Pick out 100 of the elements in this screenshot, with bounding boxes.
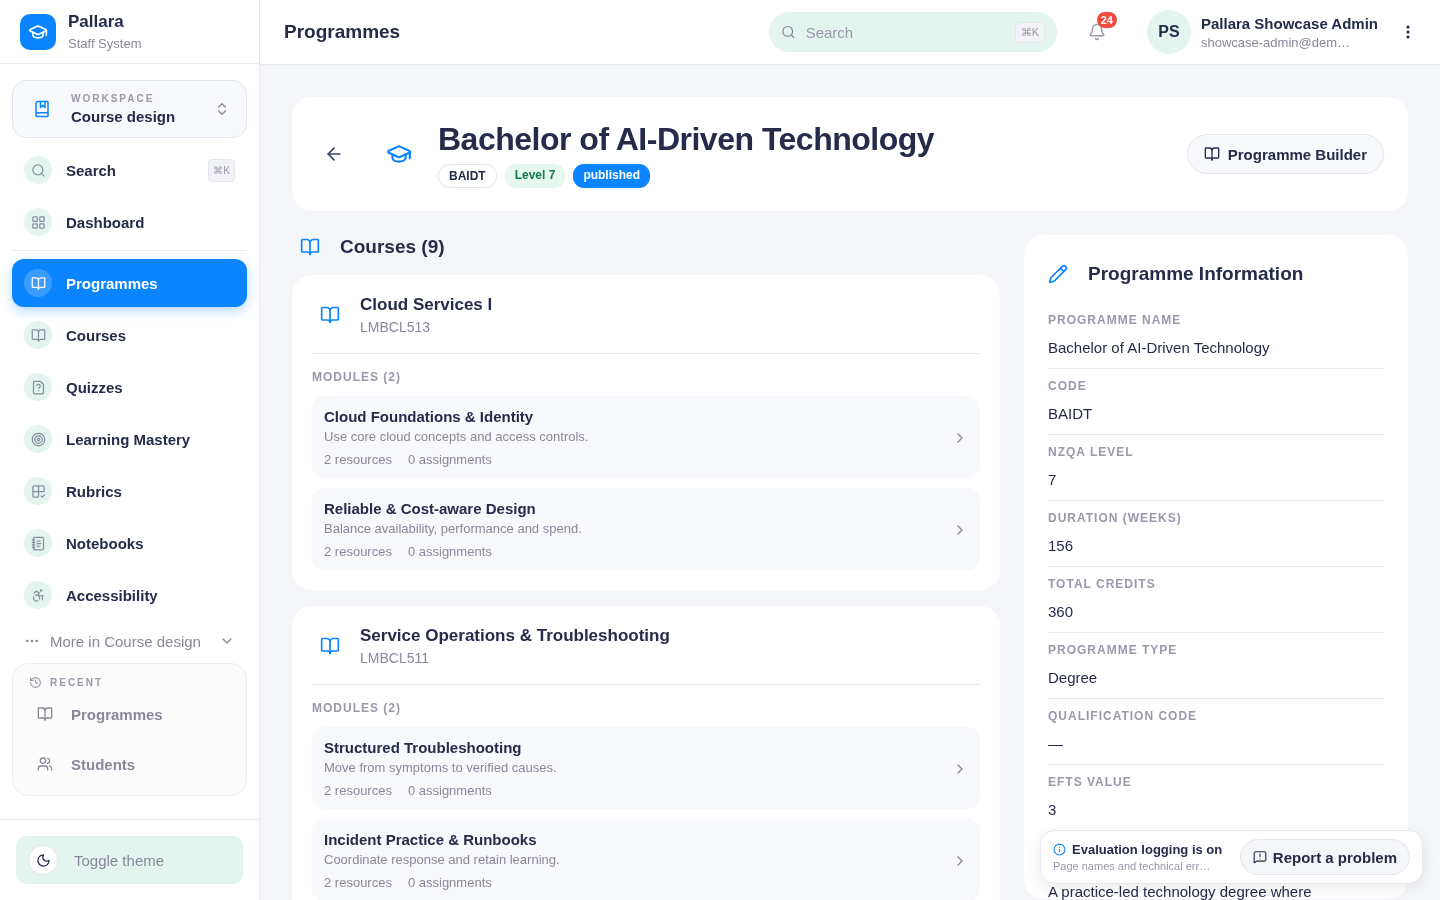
programme-title: Bachelor of AI-Driven Technology bbox=[438, 120, 935, 158]
workspace-selector[interactable]: WORKSPACE Course design bbox=[12, 80, 247, 138]
book-icon bbox=[1203, 146, 1220, 162]
tag: published bbox=[573, 163, 651, 188]
grid-icon bbox=[30, 483, 46, 499]
resource-count: 2 resources bbox=[324, 452, 392, 467]
assignment-count: 0 assignments bbox=[407, 875, 492, 890]
nav-item[interactable]: Courses bbox=[12, 311, 247, 359]
book-icon bbox=[33, 100, 51, 118]
recent-heading: RECENT bbox=[50, 677, 104, 688]
assignment-count: 0 assignments bbox=[407, 783, 492, 798]
book-icon bbox=[320, 636, 340, 656]
nav-item[interactable]: Programmes bbox=[12, 259, 247, 307]
report-problem-button[interactable]: Report a problem bbox=[1239, 839, 1410, 875]
field-label: CODE bbox=[1048, 379, 1088, 393]
field-label: PROGRAMME NAME bbox=[1048, 313, 1183, 327]
book-icon bbox=[30, 275, 46, 291]
field-value: — bbox=[1048, 735, 1064, 752]
more-link[interactable]: More in Course design bbox=[0, 619, 259, 663]
book-icon bbox=[37, 706, 53, 722]
user-avatar[interactable]: PS bbox=[1147, 10, 1191, 54]
module-description: Move from symptoms to verified causes. bbox=[324, 760, 557, 775]
app-subtitle: Staff System bbox=[68, 36, 142, 51]
app-name: Pallara bbox=[68, 12, 125, 32]
field-value: 3 bbox=[1048, 801, 1058, 818]
message-icon bbox=[1252, 850, 1267, 864]
history-icon bbox=[29, 676, 42, 689]
pencil-icon bbox=[1048, 264, 1068, 284]
nav-item[interactable]: Quizzes bbox=[12, 363, 247, 411]
section-title: Programme Information bbox=[1088, 263, 1304, 285]
field-value: 7 bbox=[1048, 471, 1058, 488]
resource-count: 2 resources bbox=[324, 783, 392, 798]
nav-item[interactable]: Rubrics bbox=[12, 467, 247, 515]
course-code: LMBCL513 bbox=[360, 319, 432, 335]
search-icon bbox=[781, 24, 796, 40]
resource-count: 2 resources bbox=[324, 544, 392, 559]
field-label: QUALIFICATION CODE bbox=[1048, 709, 1199, 723]
users-icon bbox=[37, 756, 53, 772]
module-title: Incident Practice & Runbooks bbox=[324, 831, 538, 848]
nav-item[interactable]: Learning Mastery bbox=[12, 415, 247, 463]
module-description: Balance availability, performance and spend. bbox=[324, 521, 582, 536]
book-icon bbox=[300, 237, 320, 257]
notice-title: Evaluation logging is on bbox=[1072, 842, 1223, 857]
field-label: PROGRAMME TYPE bbox=[1048, 643, 1179, 657]
target-icon bbox=[30, 431, 46, 447]
course-title: Cloud Services I bbox=[360, 295, 493, 315]
course-code: LMBCL511 bbox=[360, 650, 430, 666]
search-input[interactable]: Search bbox=[803, 22, 1007, 42]
field-value: 156 bbox=[1048, 537, 1075, 554]
modules-heading: MODULES (2) bbox=[312, 370, 402, 384]
tag: Level 7 bbox=[504, 163, 566, 188]
notebook-icon bbox=[30, 535, 46, 551]
shortcut-hint: ⌘K bbox=[208, 158, 235, 182]
nav-item[interactable]: Accessibility bbox=[12, 571, 247, 619]
resource-count: 2 resources bbox=[324, 875, 392, 890]
module-description: Use core cloud concepts and access controls. bbox=[324, 429, 589, 444]
user-name: Pallara Showcase Admin bbox=[1201, 14, 1378, 32]
course-title: Service Operations & Troubleshooting bbox=[360, 626, 670, 646]
programme-description: A practice-led technology degree where bbox=[1048, 884, 1313, 899]
book-icon bbox=[30, 327, 46, 343]
modules-heading: MODULES (2) bbox=[312, 701, 402, 715]
module-item[interactable]: Reliable & Cost-aware Design Balance availability, performance and spend. 2 resources 0 assignments bbox=[312, 488, 980, 570]
programme-builder-button[interactable]: Programme Builder bbox=[1186, 134, 1384, 174]
field-label: DURATION (WEEKS) bbox=[1048, 511, 1183, 525]
tag: BAIDT bbox=[438, 163, 497, 188]
module-description: Coordinate response and retain learning. bbox=[324, 852, 560, 867]
menu-icon bbox=[1406, 25, 1410, 39]
module-title: Structured Troubleshooting bbox=[324, 739, 523, 756]
assignment-count: 0 assignments bbox=[407, 544, 492, 559]
field-label: TOTAL CREDITS bbox=[1048, 577, 1157, 591]
notifications-button[interactable]: 24 bbox=[1077, 12, 1117, 52]
field-label: EFTS VALUE bbox=[1048, 775, 1133, 789]
search-icon bbox=[30, 162, 46, 178]
nav-item[interactable]: Search ⌘K bbox=[12, 146, 247, 194]
nav-item[interactable]: Dashboard bbox=[12, 198, 247, 246]
module-item[interactable]: Incident Practice & Runbooks Coordinate response and retain learning. 2 resources 0 assignments bbox=[312, 819, 980, 900]
field-value: 360 bbox=[1048, 603, 1075, 620]
accessibility-icon bbox=[30, 587, 46, 603]
notification-count: 24 bbox=[1096, 12, 1117, 28]
logo bbox=[20, 13, 56, 50]
assignment-count: 0 assignments bbox=[407, 452, 492, 467]
field-value: Bachelor of AI-Driven Technology bbox=[1048, 339, 1271, 356]
bell-icon bbox=[1088, 23, 1106, 41]
field-value: Degree bbox=[1048, 669, 1099, 686]
field-value: BAIDT bbox=[1048, 405, 1094, 422]
book-icon bbox=[320, 305, 340, 325]
nav-item[interactable]: Notebooks bbox=[12, 519, 247, 567]
notice-message: Page names and technical err… bbox=[1053, 860, 1212, 872]
moon-icon bbox=[35, 852, 51, 868]
section-title: Courses (9) bbox=[340, 236, 445, 258]
info-icon bbox=[1053, 843, 1066, 856]
grid-icon bbox=[30, 214, 46, 230]
module-title: Reliable & Cost-aware Design bbox=[324, 500, 537, 517]
shortcut-hint: ⌘K bbox=[1014, 21, 1045, 43]
field-label: NZQA LEVEL bbox=[1048, 445, 1135, 459]
question-icon bbox=[30, 379, 46, 395]
module-title: Cloud Foundations & Identity bbox=[324, 408, 535, 425]
user-email: showcase-admin@dem… bbox=[1201, 34, 1351, 50]
module-item[interactable]: Structured Troubleshooting Move from symptoms to verified causes. 2 resources 0 assignments bbox=[312, 727, 980, 809]
module-item[interactable]: Cloud Foundations & Identity Use core cloud concepts and access controls. 2 resources 0 assignments bbox=[312, 396, 980, 478]
